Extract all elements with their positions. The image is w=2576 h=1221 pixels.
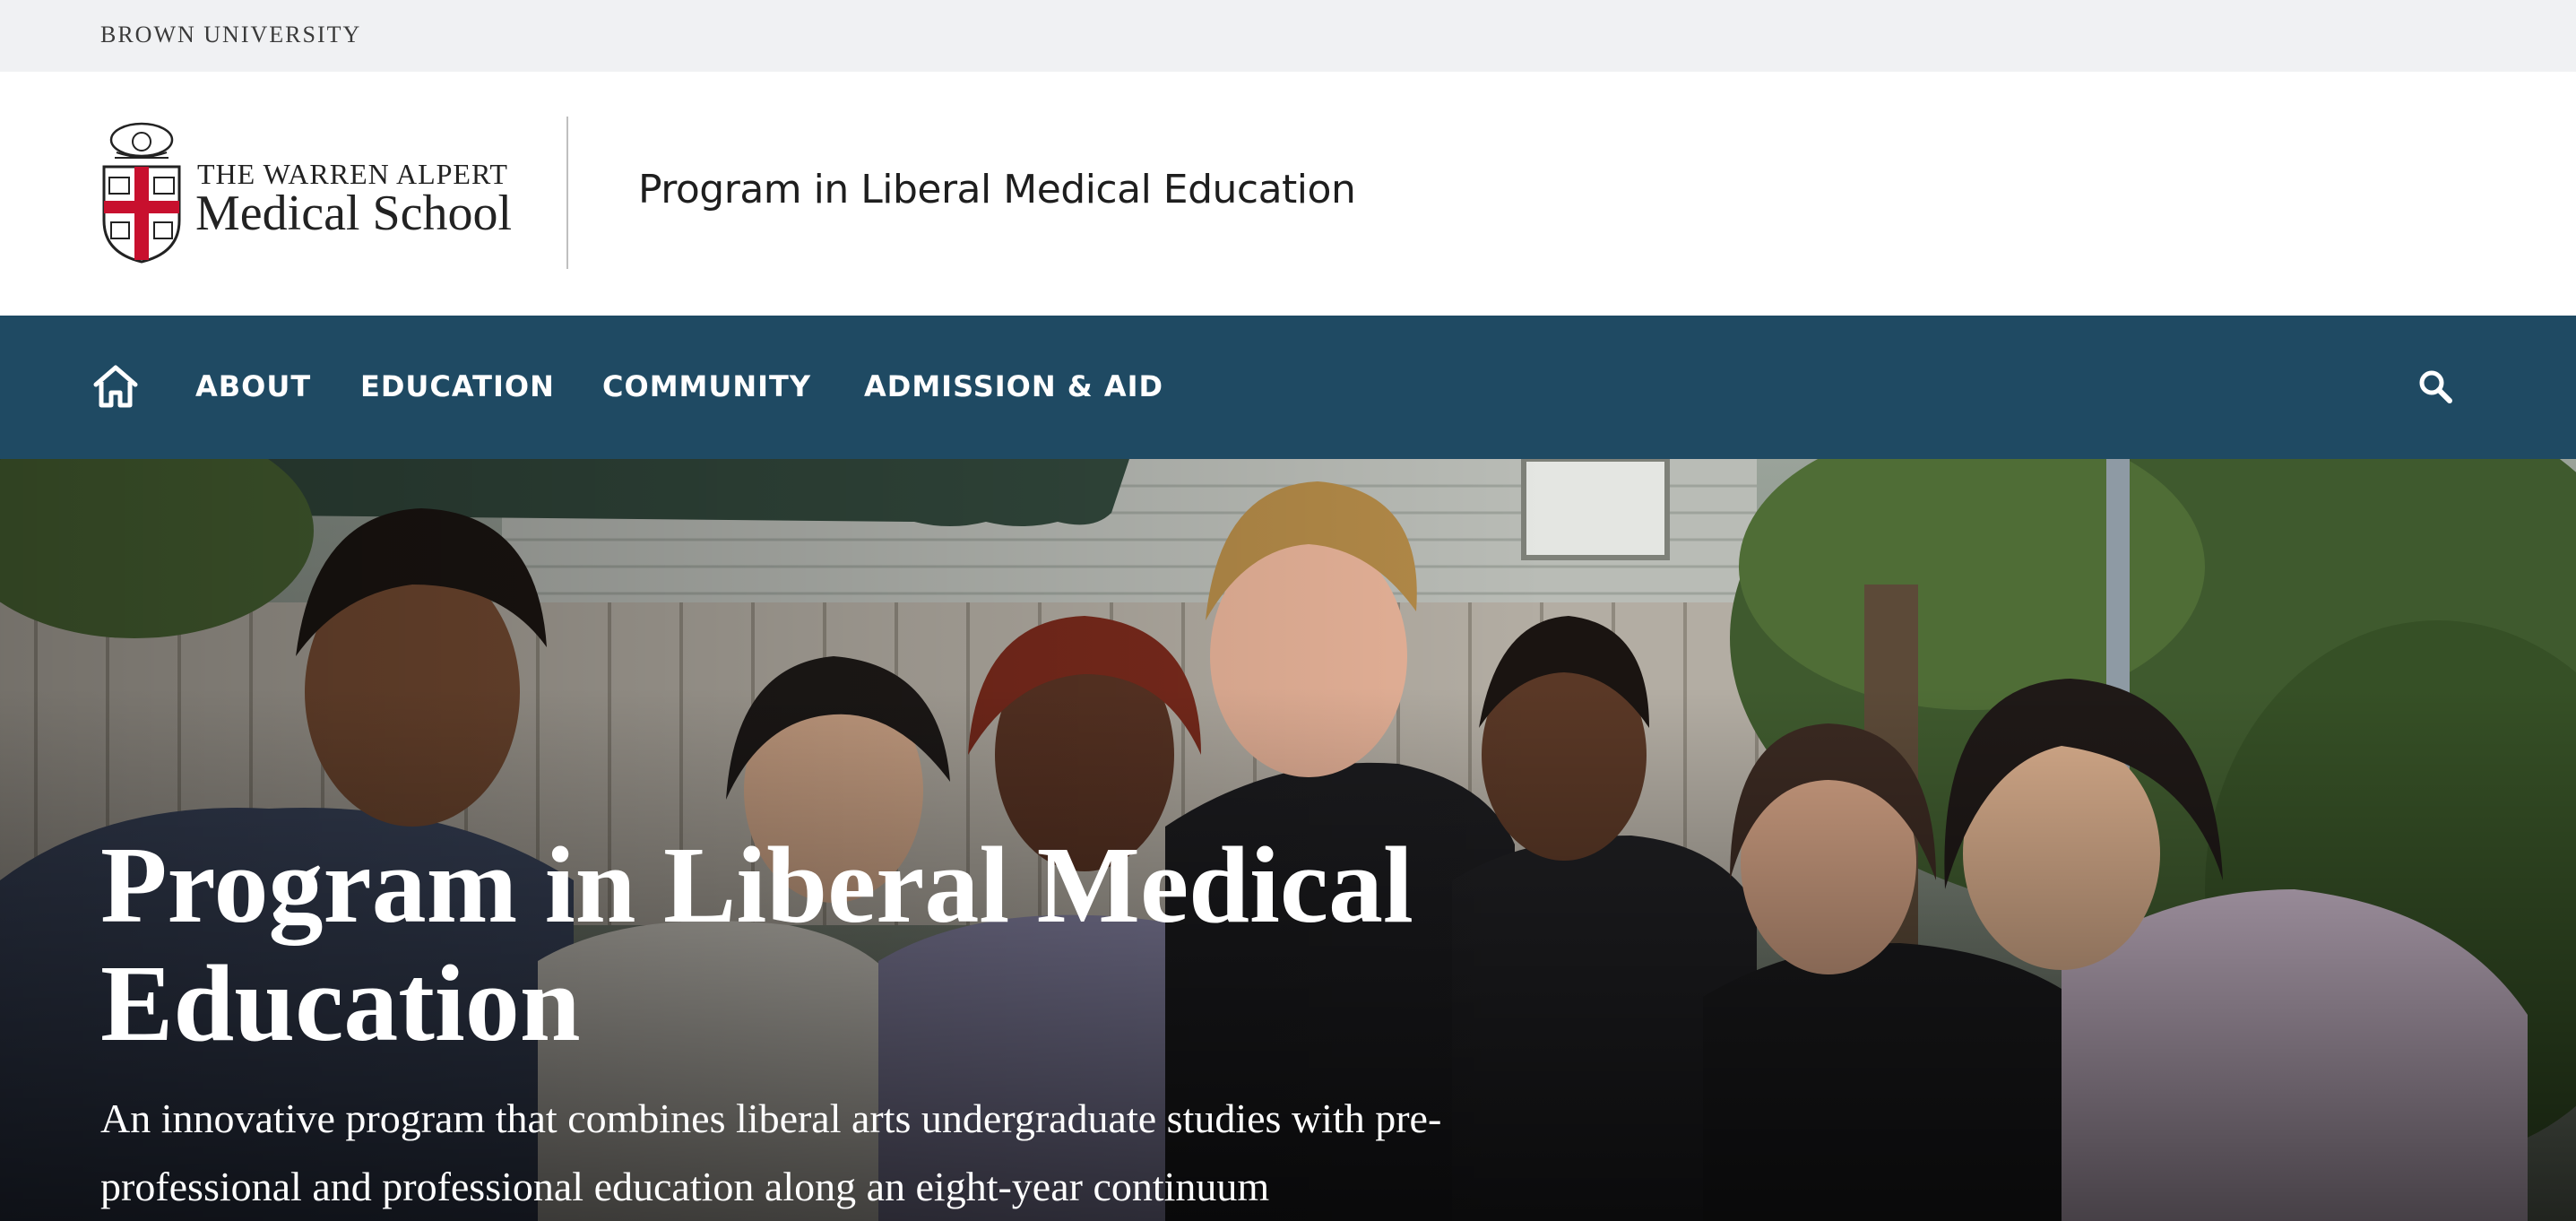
main-nav: ABOUT EDUCATION COMMUNITY ADMISSION & AI…: [0, 316, 2576, 459]
search-icon[interactable]: [2413, 360, 2459, 412]
hero-subtitle: An innovative program that combines libe…: [100, 1095, 1442, 1209]
nav-item-community[interactable]: COMMUNITY: [602, 369, 811, 403]
nav-item-education[interactable]: EDUCATION: [360, 369, 555, 403]
logo-text-line2: Medical School: [195, 186, 513, 241]
shield-icon: [102, 122, 181, 264]
header-divider: [566, 117, 568, 269]
hero-title: Program in Liberal Medical Education: [100, 825, 1413, 1064]
utility-bar: BROWN UNIVERSITY: [0, 0, 2576, 72]
program-title-link[interactable]: Program in Liberal Medical Education: [638, 167, 1356, 212]
home-icon[interactable]: [90, 360, 142, 412]
nav-item-about[interactable]: ABOUT: [195, 369, 311, 403]
brown-university-link[interactable]: BROWN UNIVERSITY: [100, 22, 361, 48]
nav-item-admission-aid[interactable]: ADMISSION & AID: [864, 369, 1163, 403]
school-logo[interactable]: THE WARREN ALPERT Medical School: [99, 120, 512, 264]
site-header: THE WARREN ALPERT Medical School Program…: [0, 72, 2576, 316]
hero-banner: Program in Liberal Medical Education An …: [0, 459, 2576, 1221]
